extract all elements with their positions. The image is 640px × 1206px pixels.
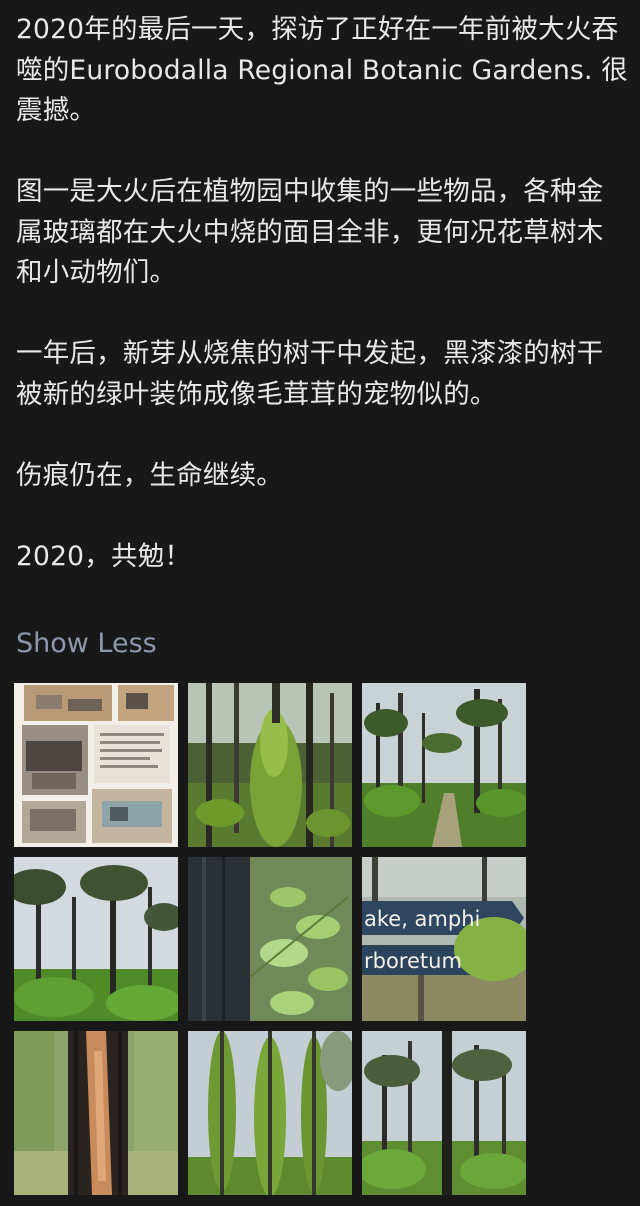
post-paragraph-3: 一年后，新芽从烧焦的树干中发起，黑漆漆的树干被新的绿叶装饰成像毛茸茸的宠物似的。 [16,338,604,410]
photo-7[interactable] [14,1031,178,1195]
photo-9-image [362,1031,526,1195]
photo-7-image [14,1031,178,1195]
post-paragraph-5: 2020，共勉！ [16,540,192,572]
photo-5-image [188,857,352,1021]
photo-8[interactable] [188,1031,352,1195]
post-body: 2020年的最后一天，探访了正好在一年前被大火吞噬的Eurobodalla Re… [16,10,628,577]
photo-grid: ake, amphi rboretum [14,683,528,1195]
photo-1-image [14,683,178,847]
sign-text-1: ake, amphi [364,907,481,931]
photo-3[interactable] [362,683,526,847]
photo-4[interactable] [14,857,178,1021]
photo-5[interactable] [188,857,352,1021]
photo-4-image [14,857,178,1021]
photo-1[interactable] [14,683,178,847]
photo-2-image [188,683,352,847]
photo-3-image [362,683,526,847]
photo-9[interactable] [362,1031,526,1195]
photo-2[interactable] [188,683,352,847]
photo-6[interactable]: ake, amphi rboretum [362,857,526,1021]
post-paragraph-1: 2020年的最后一天，探访了正好在一年前被大火吞噬的Eurobodalla Re… [16,14,628,126]
sign-text-2: rboretum [364,949,462,973]
photo-6-image [362,857,526,1021]
photo-8-image [188,1031,352,1195]
show-less-link[interactable]: Show Less [16,624,157,664]
post-paragraph-4: 伤痕仍在，生命继续。 [16,459,283,491]
post-paragraph-2: 图一是大火后在植物园中收集的一些物品，各种金属玻璃都在大火中烧的面目全非，更何况… [16,176,604,288]
